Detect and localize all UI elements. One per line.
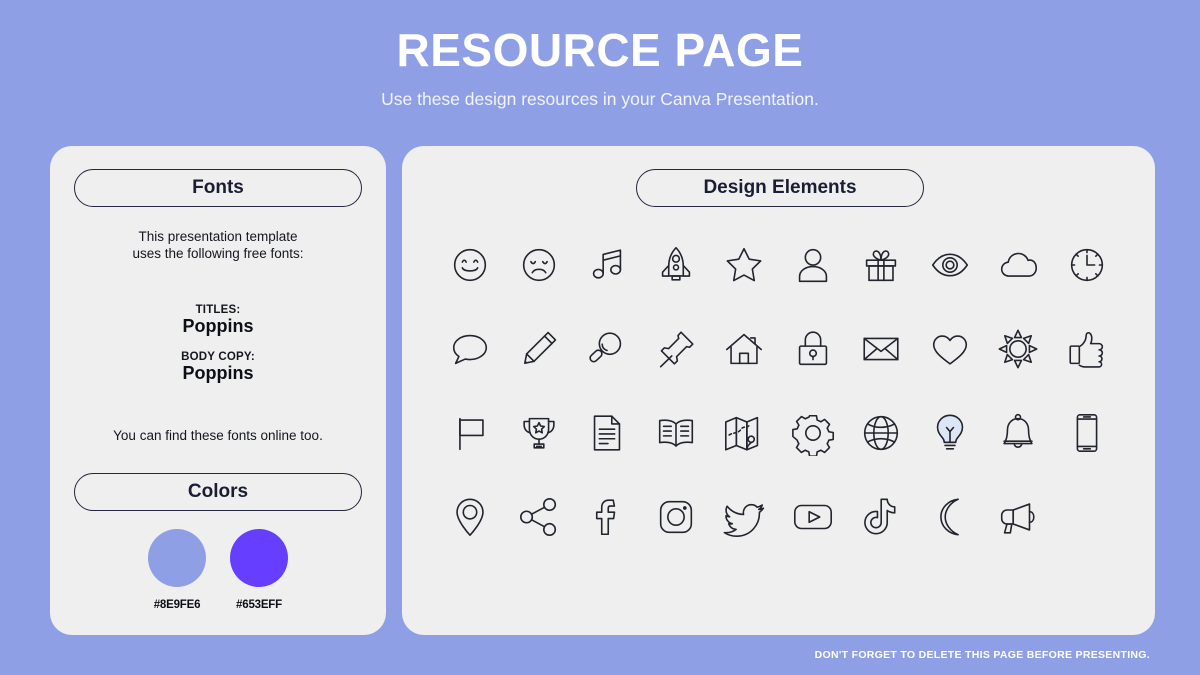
star-icon[interactable]	[710, 234, 779, 296]
colors-heading-label: Colors	[187, 481, 249, 502]
share-icon[interactable]	[505, 486, 574, 548]
titles-font-name: Poppins	[182, 316, 254, 336]
color-swatch-hex-label: #8E9FE6	[153, 599, 201, 611]
document-icon[interactable]	[573, 402, 642, 464]
colors-heading-pill: Colors	[74, 473, 362, 511]
instagram-icon[interactable]	[642, 486, 711, 548]
location-pin-icon[interactable]	[436, 486, 505, 548]
design-elements-panel: Design Elements	[402, 146, 1155, 635]
delete-page-reminder: DON'T FORGET TO DELETE THIS PAGE BEFORE …	[814, 649, 1150, 661]
eye-icon[interactable]	[916, 234, 985, 296]
cloud-icon[interactable]	[984, 234, 1053, 296]
megaphone-icon[interactable]	[984, 486, 1053, 548]
fonts-heading-label: Fonts	[192, 177, 244, 198]
sun-icon[interactable]	[984, 318, 1053, 380]
heart-icon[interactable]	[916, 318, 985, 380]
color-swatch-row: #8E9FE6 #653EFF	[50, 529, 386, 611]
bell-icon[interactable]	[984, 402, 1053, 464]
color-swatch[interactable]: #8E9FE6	[138, 529, 216, 611]
font-pair-list: TITLES: Poppins BODY COPY: Poppins	[50, 304, 386, 398]
fonts-intro-text: This presentation template uses the foll…	[50, 228, 386, 263]
titles-font-label: TITLES:	[195, 304, 241, 316]
map-icon[interactable]	[710, 402, 779, 464]
person-icon[interactable]	[779, 234, 848, 296]
tiktok-icon[interactable]	[847, 486, 916, 548]
gift-icon[interactable]	[847, 234, 916, 296]
fonts-intro-line-1: This presentation template	[138, 229, 298, 244]
page-title: RESOURCE PAGE	[396, 24, 804, 76]
fonts-intro-line-2: uses the following free fonts:	[132, 246, 304, 262]
lightbulb-icon[interactable]	[916, 402, 985, 464]
music-note-icon[interactable]	[573, 234, 642, 296]
page-subtitle: Use these design resources in your Canva…	[381, 88, 819, 109]
house-icon[interactable]	[710, 318, 779, 380]
youtube-icon[interactable]	[779, 486, 848, 548]
facebook-icon[interactable]	[573, 486, 642, 548]
twitter-icon[interactable]	[710, 486, 779, 548]
body-font-name: Poppins	[182, 363, 254, 384]
design-elements-heading-pill: Design Elements	[636, 169, 924, 207]
body-font-label: BODY COPY:	[181, 351, 255, 364]
color-swatch-dot[interactable]	[230, 529, 288, 587]
pushpin-icon[interactable]	[642, 318, 711, 380]
page-header: RESOURCE PAGE Use these design resources…	[0, 0, 1200, 110]
color-swatch-hex-label: #653EFF	[236, 599, 282, 611]
sad-face-icon[interactable]	[505, 234, 574, 296]
lock-icon[interactable]	[779, 318, 848, 380]
gear-icon[interactable]	[779, 402, 848, 464]
rocket-icon[interactable]	[642, 234, 711, 296]
fonts-heading-pill: Fonts	[74, 169, 362, 207]
smartphone-icon[interactable]	[1053, 402, 1122, 464]
thumbs-up-icon[interactable]	[1053, 318, 1122, 380]
design-elements-icon-grid	[436, 234, 1121, 548]
fonts-online-note: You can find these fonts online too.	[113, 428, 323, 443]
trophy-icon[interactable]	[505, 402, 574, 464]
smiley-face-icon[interactable]	[436, 234, 505, 296]
design-elements-heading-label: Design Elements	[703, 177, 857, 198]
flag-icon[interactable]	[436, 402, 505, 464]
magnifying-glass-icon[interactable]	[573, 318, 642, 380]
moon-icon[interactable]	[916, 486, 985, 548]
fonts-and-colors-panel: Fonts This presentation template uses th…	[50, 146, 386, 635]
globe-icon[interactable]	[847, 402, 916, 464]
envelope-icon[interactable]	[847, 318, 916, 380]
speech-bubble-icon[interactable]	[436, 318, 505, 380]
color-swatch[interactable]: #653EFF	[220, 529, 298, 611]
clock-icon[interactable]	[1053, 234, 1122, 296]
pencil-icon[interactable]	[505, 318, 574, 380]
open-book-icon[interactable]	[642, 402, 711, 464]
color-swatch-dot[interactable]	[148, 529, 206, 587]
